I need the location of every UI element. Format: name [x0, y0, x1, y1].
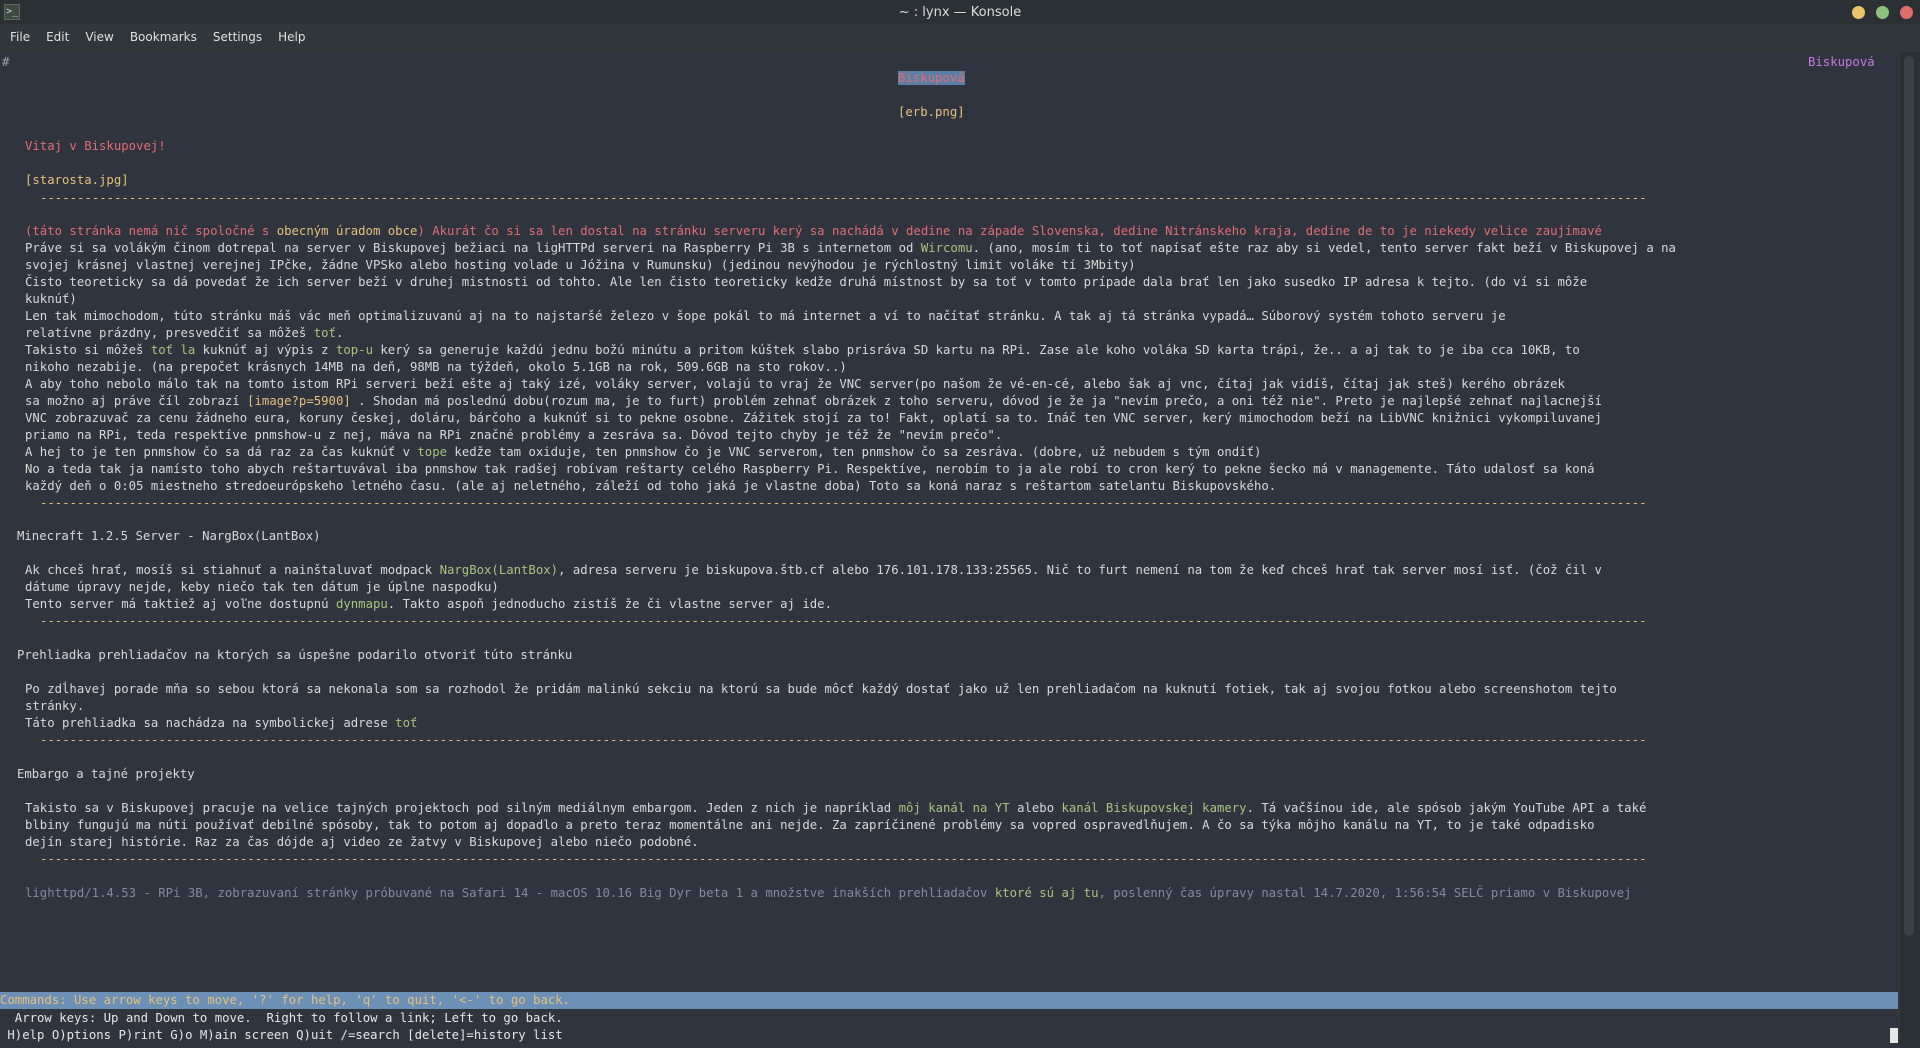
divider: ----------------------------------------…: [40, 614, 1647, 628]
arrow-keys-help: Arrow keys: Up and Down to move. Right t…: [0, 1011, 563, 1025]
menu-bar: File Edit View Bookmarks Settings Help: [0, 24, 1920, 50]
p2-line2: kuknúť): [25, 292, 77, 306]
document-title: Biskupová: [1808, 55, 1875, 69]
commands-line: Commands: Use arrow keys to move, '?' fo…: [0, 992, 1898, 1009]
corner-mark: #: [2, 55, 10, 69]
minecraft-line3: Tento server má taktiež aj voľne dostupn…: [25, 597, 832, 611]
scrollbar[interactable]: [1900, 52, 1920, 1048]
menu-file[interactable]: File: [2, 30, 38, 44]
key-commands: H)elp O)ptions P)rint G)o M)ain screen Q…: [0, 1028, 563, 1042]
tot-la-link[interactable]: toť la: [151, 343, 195, 357]
window-title: ~ : lynx — Konsole: [898, 4, 1022, 20]
embargo-line1: Takisto sa v Biskupovej pracuje na velic…: [25, 801, 1647, 815]
menu-view[interactable]: View: [77, 30, 121, 44]
terminal-cursor: [1890, 1028, 1898, 1043]
divider: ----------------------------------------…: [40, 852, 1647, 866]
browsers-line3: Táto prehliadka sa nachádza na symbolick…: [25, 716, 418, 730]
obecny-urad-link[interactable]: obecným úradom obce: [277, 224, 418, 238]
top-u-link[interactable]: top-u: [336, 343, 373, 357]
menu-bookmarks[interactable]: Bookmarks: [122, 30, 205, 44]
page-title-link[interactable]: Biskupová: [898, 71, 965, 85]
intro-line: (táto stránka nemá nič spoločné s obecný…: [25, 224, 1602, 238]
embargo-line2: blbiny fungujú ma núti používať debilné …: [25, 818, 1595, 832]
terminal-view[interactable]: # Biskupová Biskupová [erb.png] Vitaj v …: [0, 52, 1898, 992]
p6-line1: A hej to je ten pnmshow čo sa dá raz za …: [25, 445, 1262, 459]
p3-line2: relatívne prázdny, presvedčiť sa môžeš t…: [25, 326, 344, 340]
p7-line1: No a teda tak ja namísto toho abych rešt…: [25, 462, 1595, 476]
p1-line2: svojej krásnej vlastnej verejnej IPčke, …: [25, 258, 1136, 272]
p1-line1: Práve si sa volákým činom dotrepal na se…: [25, 241, 1676, 255]
p4-line1: Takisto si môžeš toť la kuknúť aj výpis …: [25, 343, 1580, 357]
erb-image[interactable]: [erb.png]: [898, 104, 965, 121]
tot-link[interactable]: toť: [314, 326, 336, 340]
browsers-line1: Po zdĺhavej porade mňa so sebou ktorá sa…: [25, 682, 1617, 696]
wircom-link[interactable]: Wircomu: [921, 241, 973, 255]
dynmap-link[interactable]: dynmapu: [336, 597, 388, 611]
close-button[interactable]: [1900, 6, 1913, 19]
p5-line4: priamo na RPi, teda respektíve pnmshow-u…: [25, 428, 1003, 442]
vnc-image[interactable]: [image?p=5900]: [247, 394, 351, 408]
minecraft-line1: Ak chceš hrať, mosíš si stiahnuť a nainš…: [25, 563, 1602, 577]
p5-line3: VNC zobrazuvač za cenu žádneho eura, kor…: [25, 411, 1602, 425]
browsers-line2: stránky.: [25, 699, 85, 713]
yt-channel-link[interactable]: môj kanál na YT: [899, 801, 1010, 815]
minimize-button[interactable]: [1852, 6, 1865, 19]
minecraft-heading: Minecraft 1.2.5 Server - NargBox(LantBox…: [17, 529, 321, 543]
starosta-image[interactable]: [starosta.jpg]: [25, 172, 129, 189]
embargo-line3: dejín starej histórie. Raz za čas dójde …: [25, 835, 699, 849]
p4-line2: nikoho nezabije. (na prepočet krásnych 1…: [25, 360, 847, 374]
menu-settings[interactable]: Settings: [205, 30, 270, 44]
embargo-heading: Embargo a tajné projekty: [17, 767, 195, 781]
window-titlebar: >_ ~ : lynx — Konsole: [0, 0, 1920, 24]
menu-help[interactable]: Help: [270, 30, 313, 44]
tope-link[interactable]: tope: [417, 445, 447, 459]
scrollbar-thumb[interactable]: [1904, 56, 1914, 936]
divider: ----------------------------------------…: [40, 191, 1647, 205]
divider: ----------------------------------------…: [40, 496, 1647, 510]
p7-line2: každý deň o 0:05 miestneho stredoeurópsk…: [25, 479, 1277, 493]
browsers-heading: Prehliadka prehliadačov na ktorých sa ús…: [17, 648, 573, 662]
welcome-heading: Vitaj v Biskupovej!: [25, 139, 166, 153]
nargbox-link[interactable]: NargBox(LantBox): [440, 563, 558, 577]
minecraft-line2: dátume úpravy nejde, keby niečo tak ten …: [25, 580, 499, 594]
footer-line: lighttpd/1.4.53 - RPi 3B, zobrazuvaní st…: [25, 886, 1632, 900]
menu-edit[interactable]: Edit: [38, 30, 77, 44]
p5-line2: sa možno aj práve číl zobrazí [image?p=5…: [25, 394, 1602, 408]
lynx-status-area: Commands: Use arrow keys to move, '?' fo…: [0, 992, 1898, 1048]
p2-line1: Čisto teoreticky sa dá povedať že ich se…: [25, 275, 1588, 289]
p3-line1: Len tak mimochodom, túto stránku máš vác…: [25, 309, 1506, 323]
footer-browsers-link[interactable]: ktoré sú aj tu: [995, 886, 1099, 900]
divider: ----------------------------------------…: [40, 733, 1647, 747]
camera-channel-link[interactable]: kanál Biskupovskej kamery: [1062, 801, 1247, 815]
maximize-button[interactable]: [1876, 6, 1889, 19]
p5-line1: A aby toho nebolo málo tak na tomto isto…: [25, 377, 1565, 391]
konsole-app-icon[interactable]: >_: [4, 4, 20, 20]
browsers-tot-link[interactable]: toť: [395, 716, 417, 730]
